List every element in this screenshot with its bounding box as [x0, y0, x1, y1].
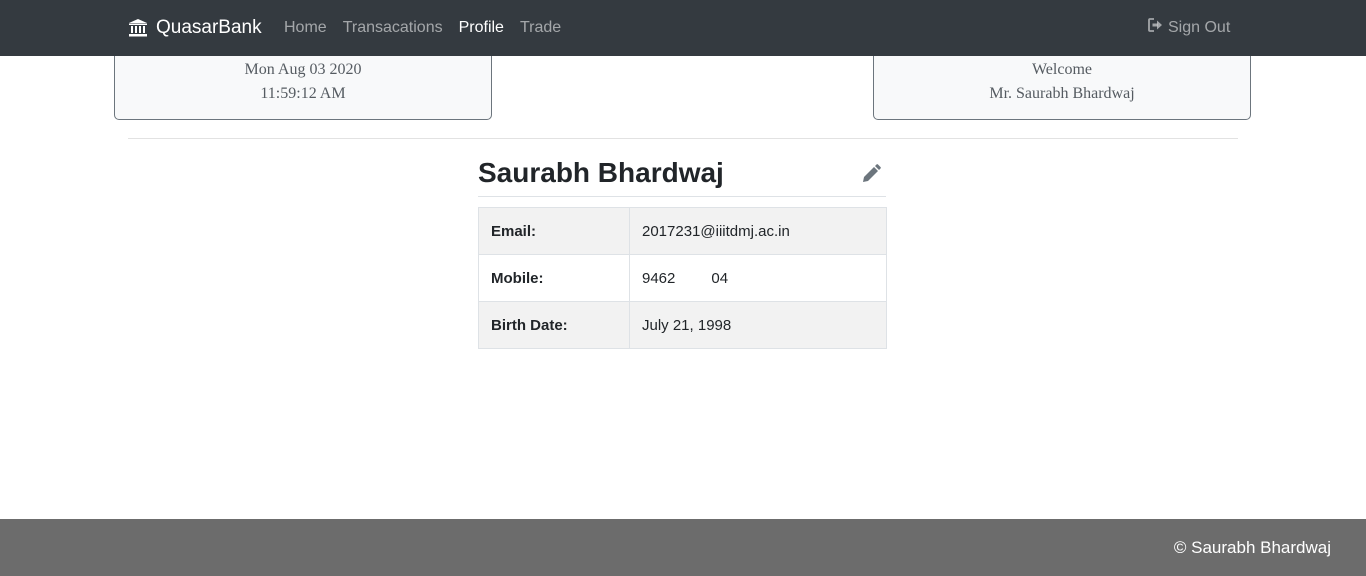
current-time: 11:59:12 AM — [260, 85, 346, 102]
birth-date-label: Birth Date: — [478, 301, 630, 349]
brand-link[interactable]: QuasarBank — [128, 15, 262, 41]
mobile-value-start: 9462 — [642, 269, 676, 287]
nav-links: Home Transacations Profile Trade — [284, 18, 577, 38]
footer-copyright: © Saurabh Bhardwaj — [1173, 538, 1331, 557]
table-row: Birth Date: July 21, 1998 — [478, 301, 887, 349]
welcome-greeting: Welcome — [1031, 61, 1092, 78]
email-label: Email: — [478, 207, 630, 255]
welcome-user-name: Mr. Saurabh Bhardwaj — [989, 85, 1135, 102]
birth-date-value: July 21, 1998 — [629, 301, 887, 349]
top-navbar: QuasarBank Home Transacations Profile Tr… — [0, 0, 1366, 56]
mobile-label: Mobile: — [478, 254, 630, 302]
table-row: Email: 2017231@iiitdmj.ac.in — [478, 207, 887, 255]
nav-home[interactable]: Home — [284, 18, 327, 38]
current-date: Mon Aug 03 2020 — [244, 61, 362, 78]
bank-icon — [128, 19, 148, 37]
profile-name: Saurabh Bhardwaj — [478, 157, 724, 188]
sign-out-icon — [1148, 18, 1163, 38]
welcome-card: Welcome Mr. Saurabh Bhardwaj — [873, 56, 1251, 120]
nav-transactions[interactable]: Transacations — [343, 18, 443, 38]
table-row: Mobile: 9462 04 — [478, 254, 887, 302]
name-underline — [478, 196, 886, 197]
section-divider — [128, 138, 1238, 139]
sign-out-button[interactable]: Sign Out — [1148, 18, 1230, 38]
sign-out-label[interactable]: Sign Out — [1168, 18, 1230, 38]
mobile-value: 9462 04 — [629, 254, 887, 302]
footer: © Saurabh Bhardwaj — [0, 519, 1366, 576]
email-value: 2017231@iiitdmj.ac.in — [629, 207, 887, 255]
brand-name[interactable]: QuasarBank — [156, 17, 262, 39]
nav-profile[interactable]: Profile — [459, 18, 504, 38]
profile-details-table: Email: 2017231@iiitdmj.ac.in Mobile: 946… — [478, 207, 887, 349]
datetime-card: Mon Aug 03 2020 11:59:12 AM — [114, 56, 492, 120]
nav-trade[interactable]: Trade — [520, 18, 561, 38]
pencil-icon[interactable] — [861, 164, 881, 189]
mobile-value-end: 04 — [711, 269, 729, 287]
